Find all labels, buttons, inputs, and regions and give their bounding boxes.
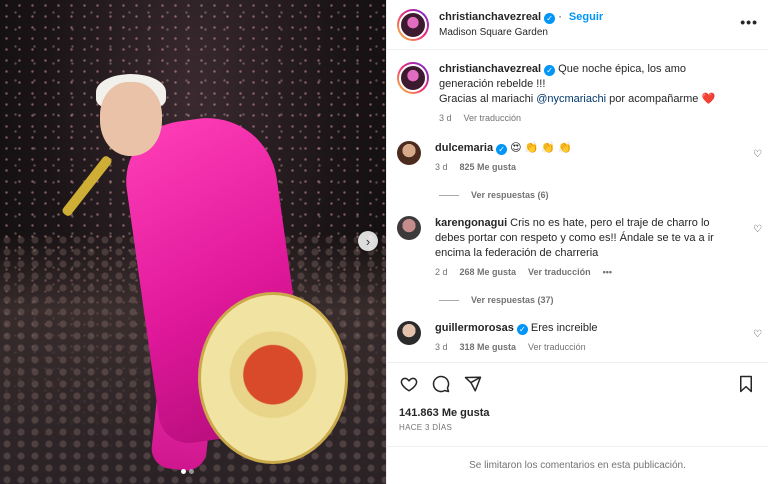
comment: karengonagui Cris no es hate, pero el tr… [387, 216, 768, 277]
carousel-dot [181, 469, 186, 474]
likes-count[interactable]: 141.863 Me gusta [399, 407, 758, 419]
follow-button[interactable]: Seguir [569, 11, 603, 23]
heart-icon[interactable]: ♡ [753, 329, 762, 340]
comment-username[interactable]: karengonagui [435, 217, 507, 229]
view-replies[interactable]: Ver respuestas (6) [439, 190, 768, 200]
comment: guillermorosas ✓ Eres increible 3 d 318 Me… [387, 321, 768, 352]
likes-count[interactable]: 318 Me gusta [460, 342, 517, 352]
verified-icon: ✓ [516, 324, 528, 335]
verified-icon: ✓ [544, 65, 556, 76]
carousel-dots [181, 469, 194, 474]
heart-icon[interactable]: ♡ [753, 224, 762, 235]
view-replies[interactable]: Ver respuestas (37) [439, 295, 768, 305]
caption: christianchavezreal ✓ Que noche épica, lo… [387, 62, 768, 123]
comment: dulcemaria ✓ 😍 👏 👏 👏 3 d 825 Me gusta ♡ [387, 141, 768, 172]
caption-text: Gracias al mariachi [439, 93, 537, 105]
comments-list[interactable]: christianchavezreal ✓ Que noche épica, lo… [387, 51, 768, 362]
timestamp: 3 d [435, 342, 448, 352]
comment-icon[interactable] [431, 374, 451, 394]
likes-count[interactable]: 268 Me gusta [460, 267, 517, 277]
mention-link[interactable]: @nycmariachi [536, 93, 606, 105]
post-username[interactable]: christianchavezreal [439, 11, 541, 23]
avatar[interactable] [397, 321, 421, 345]
comment-text: Eres increible [527, 322, 598, 334]
verified-icon: ✓ [496, 144, 508, 155]
comment-options-icon[interactable]: ••• [603, 267, 612, 277]
singer-head [100, 82, 162, 156]
avatar[interactable] [397, 141, 421, 165]
chevron-right-icon[interactable]: › [358, 231, 378, 251]
verified-icon: ✓ [544, 13, 556, 24]
likes-count[interactable]: 825 Me gusta [460, 162, 517, 172]
sombrero [198, 292, 348, 464]
post-side-panel: christianchavezreal ✓ · Seguir Madison Sq… [386, 0, 768, 484]
carousel-dot [189, 469, 194, 474]
timestamp: 3 d [439, 113, 452, 123]
translate-link[interactable]: Ver traducción [528, 342, 586, 352]
heart-emoji: ❤️ [701, 93, 716, 105]
post-actions: 141.863 Me gusta HACE 3 DÍAS [387, 362, 768, 432]
avatar[interactable] [397, 8, 429, 41]
heart-icon[interactable]: ♡ [753, 149, 762, 160]
timestamp: 3 d [435, 162, 448, 172]
comment-username[interactable]: guillermorosas [435, 322, 514, 334]
avatar[interactable] [397, 216, 421, 240]
translate-link[interactable]: Ver traducción [464, 113, 522, 123]
post-photo[interactable]: › [0, 0, 386, 484]
comments-limited-notice: Se limitaron los comentarios en esta pub… [387, 446, 768, 484]
avatar[interactable] [397, 62, 429, 94]
post-header: christianchavezreal ✓ · Seguir Madison Sq… [387, 0, 768, 50]
comment-text: 😍 👏 👏 👏 [507, 142, 572, 154]
location-link[interactable]: Madison Square Garden [439, 27, 603, 38]
more-icon[interactable]: ••• [740, 14, 758, 30]
translate-link[interactable]: Ver traducción [528, 267, 591, 277]
heart-icon[interactable] [399, 374, 419, 394]
comment-username[interactable]: dulcemaria [435, 142, 493, 154]
share-icon[interactable] [463, 374, 483, 394]
post-date: HACE 3 DÍAS [399, 423, 453, 432]
caption-username[interactable]: christianchavezreal [439, 63, 541, 75]
timestamp: 2 d [435, 267, 448, 277]
caption-text: por acompañarme [606, 93, 702, 105]
save-icon[interactable] [736, 374, 756, 394]
